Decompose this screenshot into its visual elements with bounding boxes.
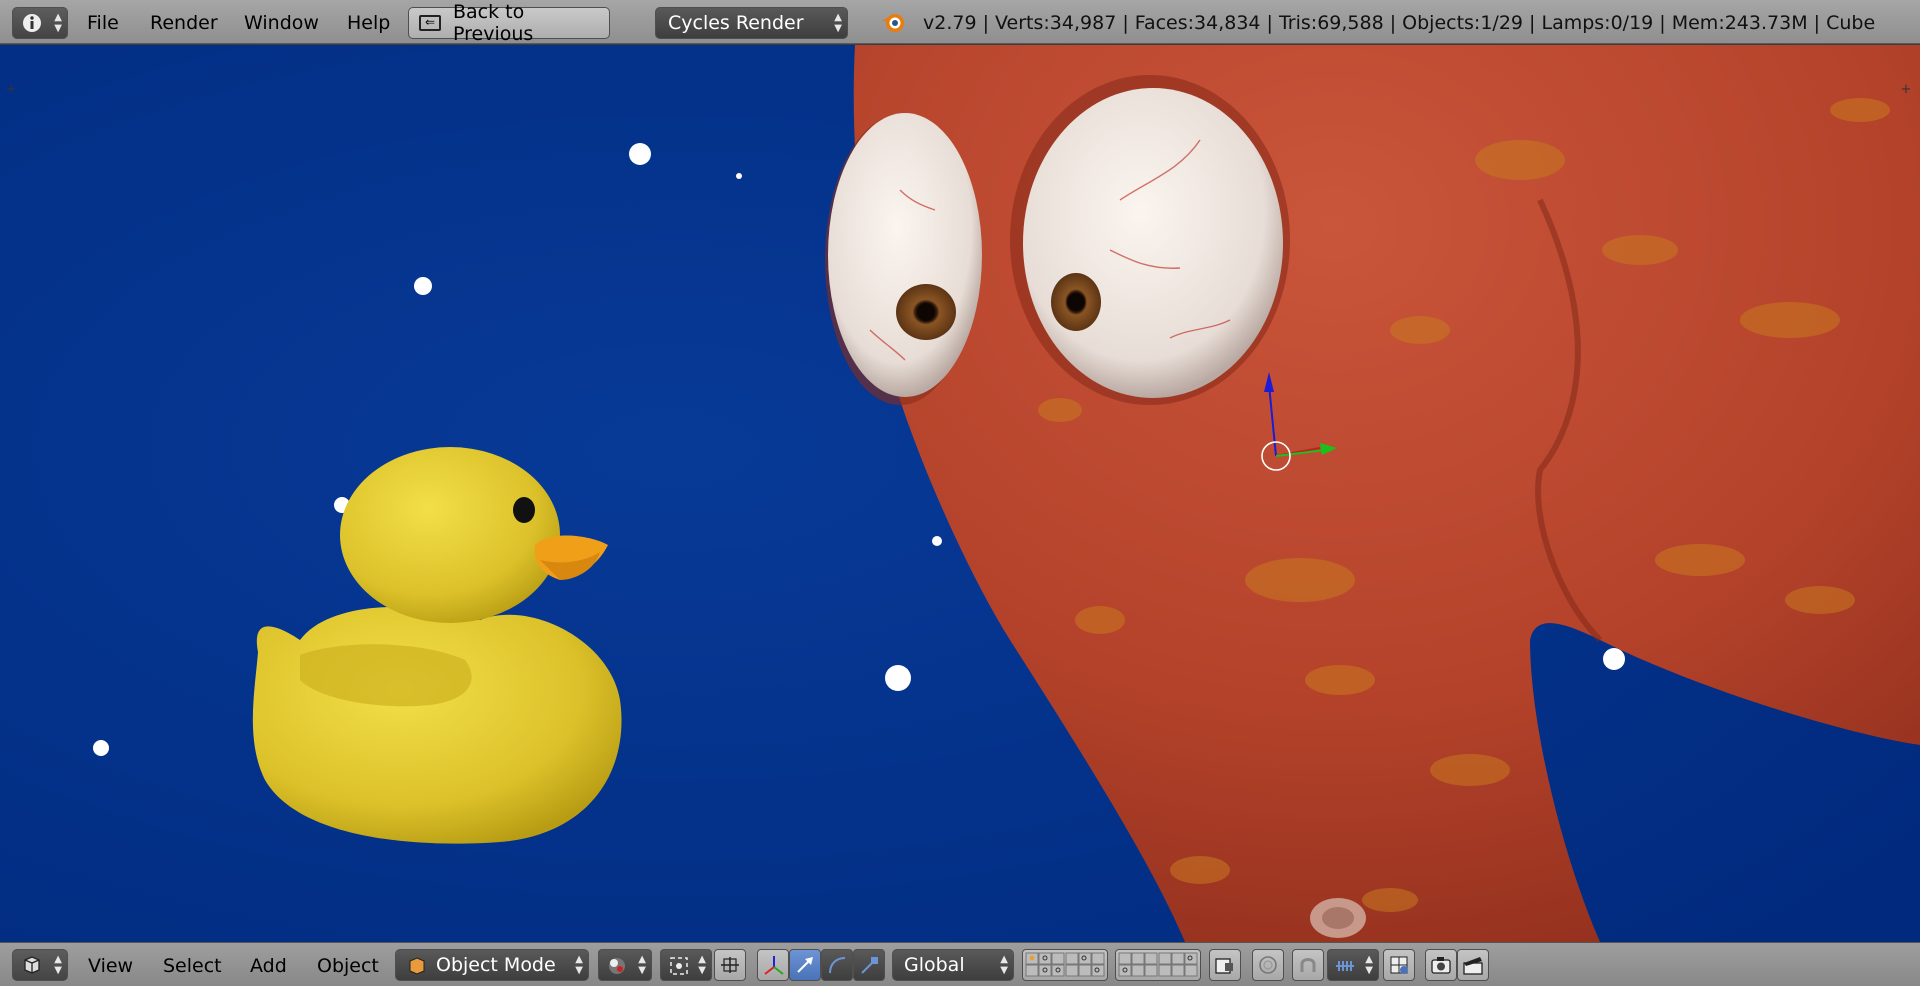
blender-logo-icon (882, 14, 904, 32)
center-points-icon (721, 957, 739, 973)
menu-add[interactable]: Add (250, 955, 287, 977)
cube-icon (24, 956, 40, 974)
lamp-icon (736, 173, 742, 179)
clapperboard-icon (1463, 957, 1483, 975)
chevron-updown-icon: ▲ ▼ (1000, 954, 1008, 976)
proportional-circle-icon (1259, 956, 1277, 974)
editor-type-button[interactable]: ▲ ▼ (12, 7, 68, 39)
scene-statistics: v2.79 | Verts:34,987 | Faces:34,834 | Tr… (923, 12, 1876, 34)
object-mode-icon (409, 957, 425, 975)
manipulate-center-points-button[interactable] (714, 949, 746, 981)
lamp-icon (93, 740, 109, 756)
lamp-icon (414, 277, 432, 295)
pivot-point-select[interactable]: ▲ ▼ (660, 949, 712, 981)
viewport-scene (0, 45, 1920, 942)
snap-element-select[interactable]: ▲ ▼ (1327, 949, 1379, 981)
scale-manipulator-button[interactable] (853, 949, 885, 981)
chevron-updown-icon: ▲ ▼ (1365, 954, 1373, 976)
snap-target-button[interactable] (1383, 949, 1415, 981)
snap-toggle-button[interactable] (1292, 949, 1324, 981)
lock-layers-icon (1215, 958, 1233, 974)
menu-file[interactable]: File (87, 12, 119, 34)
snap-increment-icon (1336, 961, 1354, 971)
viewport-shading-select[interactable]: ▲ ▼ (598, 949, 652, 981)
render-engine-label: Cycles Render (668, 12, 804, 34)
lamp-icon (932, 536, 942, 546)
proportional-editing-button[interactable] (1252, 949, 1284, 981)
chevron-updown-icon: ▲ ▼ (54, 12, 62, 34)
chevron-updown-icon: ▲ ▼ (575, 954, 583, 976)
back-button-label: Back to Previous (453, 1, 534, 45)
chevron-updown-icon: ▲ ▼ (698, 954, 706, 976)
back-to-previous-button[interactable]: ⇐ Back to Previous (408, 1, 610, 45)
3d-viewport[interactable]: + + (0, 45, 1920, 942)
opengl-render-image-button[interactable] (1425, 949, 1457, 981)
back-icon: ⇐ (419, 15, 441, 31)
lock-camera-layers-button[interactable] (1209, 949, 1241, 981)
rotate-arc-icon (829, 957, 846, 974)
info-header: ▲ ▼ File Render Window Help ⇐ Back to Pre… (0, 0, 1920, 45)
chevron-updown-icon: ▲ ▼ (834, 12, 842, 34)
menu-render[interactable]: Render (150, 12, 218, 34)
shading-sphere-icon (609, 958, 625, 974)
pivot-icon (670, 957, 688, 975)
viewport-corner-widget[interactable]: + (4, 83, 18, 97)
scene-layers-grid[interactable] (1022, 949, 1108, 981)
menu-object[interactable]: Object (317, 955, 379, 977)
mode-label: Object Mode (436, 954, 556, 976)
snap-target-icon (1390, 956, 1408, 974)
menu-select[interactable]: Select (163, 955, 222, 977)
menu-view[interactable]: View (88, 955, 133, 977)
transform-orientation-select[interactable]: Global ▲ ▼ (892, 949, 1014, 981)
render-engine-select[interactable]: Cycles Render ▲ ▼ (655, 7, 848, 39)
translate-arrow-icon (797, 957, 813, 973)
translate-manipulator-button[interactable] (789, 949, 821, 981)
scale-handle-icon (861, 957, 878, 974)
lamp-icon (629, 143, 651, 165)
camera-icon (1431, 957, 1451, 974)
magnet-icon (1300, 958, 1316, 972)
rotate-manipulator-button[interactable] (821, 949, 853, 981)
layers-grid-icon (1025, 952, 1105, 977)
opengl-render-animation-button[interactable] (1457, 949, 1489, 981)
interaction-mode-select[interactable]: Object Mode ▲ ▼ (395, 949, 589, 981)
scene-layers-grid-2[interactable] (1115, 949, 1201, 981)
manipulator-axes-icon (764, 956, 784, 975)
menu-help[interactable]: Help (347, 12, 390, 34)
chevron-updown-icon: ▲ ▼ (54, 954, 62, 976)
viewport-corner-widget[interactable]: + (1899, 83, 1913, 97)
layers-grid-icon (1118, 952, 1198, 977)
toggle-manipulator-button[interactable] (757, 949, 789, 981)
lamp-icon (1603, 648, 1625, 670)
editor-type-button[interactable]: ▲ ▼ (12, 949, 68, 981)
3d-view-header: ▲ ▼ View Select Add Object Object Mode ▲ ▼… (0, 942, 1920, 986)
orientation-label: Global (904, 954, 965, 976)
lamp-icon (885, 665, 911, 691)
info-icon (23, 14, 41, 32)
menu-window[interactable]: Window (244, 12, 319, 34)
chevron-updown-icon: ▲ ▼ (638, 954, 646, 976)
